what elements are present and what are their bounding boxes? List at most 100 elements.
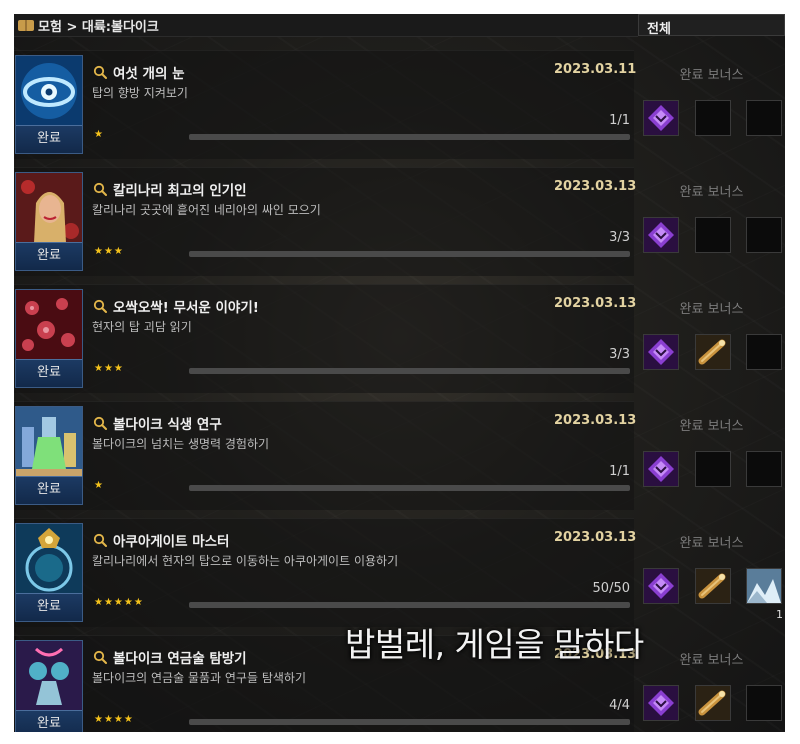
progress-bar (189, 485, 630, 491)
empty-reward-slot[interactable] (746, 334, 782, 370)
achievement-card[interactable]: 완료 칼리나리 최고의 인기인 칼리나리 곳곳에 흩어진 네리아의 싸인 모으기… (14, 167, 637, 276)
achievement-thumbnail: 완료 (15, 640, 83, 732)
bonus-label: 완료 보너스 (679, 536, 744, 551)
achievement-row[interactable]: 완료 아쿠아게이트 마스터 칼리나리에서 현자의 탑으로 이동하는 아쿠아게이트… (14, 518, 785, 627)
complete-badge: 완료 (16, 593, 82, 621)
progress-fill (189, 602, 630, 608)
achievement-thumbnail: 완료 (15, 55, 83, 154)
star-rating: ★★★★ (94, 714, 134, 725)
bonus-label: 완료 보너스 (679, 302, 744, 317)
search-icon[interactable] (93, 182, 107, 196)
progress-count: 50/50 (592, 581, 630, 596)
reward-quantity: 1 (776, 608, 783, 621)
search-icon[interactable] (93, 65, 107, 79)
achievement-card[interactable]: 완료 볼다이크 식생 연구 볼다이크의 넘치는 생명력 경험하기 2023.03… (14, 401, 637, 510)
achievement-title-text: 볼다이크 식생 연구 (113, 417, 222, 433)
bonus-label: 완료 보너스 (679, 419, 744, 434)
progress-count: 1/1 (609, 464, 630, 479)
completion-date: 2023.03.13 (554, 530, 637, 545)
progress-bar (189, 602, 630, 608)
empty-reward-slot[interactable] (746, 217, 782, 253)
star-rating: ★★★ (94, 363, 124, 374)
telescope-icon[interactable] (695, 334, 731, 370)
achievement-card[interactable]: 완료 아쿠아게이트 마스터 칼리나리에서 현자의 탑으로 이동하는 아쿠아게이트… (14, 518, 637, 627)
achievement-title[interactable]: 칼리나리 최고의 인기인 (93, 179, 247, 199)
achievement-card[interactable]: 완료 오싹오싹! 무서운 이야기! 현자의 탑 괴담 읽기 2023.03.13… (14, 284, 636, 393)
achievement-row[interactable]: 완료 칼리나리 최고의 인기인 칼리나리 곳곳에 흩어진 네리아의 싸인 모으기… (14, 167, 785, 276)
achievement-description: 칼리나리 곳곳에 흩어진 네리아의 싸인 모으기 (92, 203, 321, 217)
achievement-description: 현자의 탑 괴담 읽기 (92, 320, 192, 334)
achievement-title-text: 오싹오싹! 무서운 이야기! (113, 300, 259, 316)
empty-reward-slot[interactable] (746, 100, 782, 136)
book-icon (18, 19, 34, 31)
achievement-description: 탑의 향방 지켜보기 (92, 86, 188, 100)
completion-bonus: 완료 보너스 (638, 284, 785, 392)
achievement-title[interactable]: 여섯 개의 눈 (93, 62, 185, 82)
completion-bonus: 완료 보너스 1 (638, 518, 785, 626)
achievement-description: 볼다이크의 연금술 물품과 연구들 탐색하기 (92, 671, 306, 685)
purple-emblem-icon[interactable] (643, 100, 679, 136)
achievement-thumbnail: 완료 (15, 406, 83, 505)
completion-bonus: 완료 보너스 (638, 401, 785, 509)
complete-badge: 완료 (16, 476, 82, 504)
telescope-icon[interactable] (695, 685, 731, 721)
breadcrumb[interactable]: 모험 > 대륙:볼다이크 (38, 16, 159, 35)
achievement-row[interactable]: 완료 볼다이크 식생 연구 볼다이크의 넘치는 생명력 경험하기 2023.03… (14, 401, 785, 510)
achievement-card[interactable]: 완료 여섯 개의 눈 탑의 향방 지켜보기 2023.03.11 1/1 ★ (14, 50, 637, 159)
search-icon[interactable] (93, 650, 107, 664)
purple-emblem-icon[interactable] (643, 685, 679, 721)
completion-bonus: 완료 보너스 (638, 50, 785, 158)
purple-emblem-icon[interactable] (643, 451, 679, 487)
progress-count: 1/1 (609, 113, 630, 128)
search-icon[interactable] (93, 416, 107, 430)
filter-dropdown[interactable]: 전체 (638, 14, 785, 37)
ice-landscape-icon[interactable]: 1 (746, 568, 783, 621)
search-icon[interactable] (93, 533, 107, 547)
watermark: 밥벌레, 게임을 말하다 (345, 625, 644, 664)
achievement-row[interactable]: 완료 여섯 개의 눈 탑의 향방 지켜보기 2023.03.11 1/1 ★ 완… (14, 50, 785, 159)
progress-count: 3/3 (609, 347, 630, 362)
purple-emblem-icon[interactable] (643, 217, 679, 253)
complete-badge: 완료 (16, 125, 82, 153)
achievement-title[interactable]: 오싹오싹! 무서운 이야기! (93, 296, 259, 316)
search-icon[interactable] (93, 299, 107, 313)
progress-bar (189, 251, 630, 257)
progress-count: 4/4 (609, 698, 630, 713)
achievement-title-text: 볼다이크 연금술 탐방기 (113, 651, 247, 667)
completion-date: 2023.03.13 (554, 179, 637, 194)
achievement-title-text: 여섯 개의 눈 (113, 66, 185, 82)
purple-emblem-icon[interactable] (643, 568, 679, 604)
complete-badge: 완료 (16, 359, 82, 387)
achievement-thumbnail: 완료 (15, 172, 83, 271)
achievement-title[interactable]: 볼다이크 식생 연구 (93, 413, 222, 433)
star-rating: ★ (94, 129, 104, 140)
progress-bar (189, 368, 630, 374)
achievement-title-text: 아쿠아게이트 마스터 (113, 534, 230, 550)
progress-bar (189, 134, 630, 140)
telescope-icon[interactable] (695, 568, 731, 604)
progress-fill (189, 368, 630, 374)
progress-count: 3/3 (609, 230, 630, 245)
purple-emblem-icon[interactable] (643, 334, 679, 370)
bonus-label: 완료 보너스 (679, 653, 744, 668)
empty-reward-slot[interactable] (695, 217, 731, 253)
completion-date: 2023.03.11 (554, 62, 637, 77)
star-rating: ★★★ (94, 246, 124, 257)
achievement-row[interactable]: 완료 오싹오싹! 무서운 이야기! 현자의 탑 괴담 읽기 2023.03.13… (14, 284, 785, 393)
empty-reward-slot[interactable] (746, 685, 782, 721)
achievement-thumbnail: 완료 (15, 289, 83, 388)
complete-badge: 완료 (16, 242, 82, 270)
achievement-title[interactable]: 아쿠아게이트 마스터 (93, 530, 229, 550)
completion-bonus: 완료 보너스 (638, 635, 785, 732)
empty-reward-slot[interactable] (746, 451, 782, 487)
progress-fill (189, 485, 630, 491)
bonus-label: 완료 보너스 (679, 68, 744, 83)
complete-badge: 완료 (16, 710, 82, 732)
star-rating: ★ (94, 480, 104, 491)
empty-reward-slot[interactable] (695, 100, 731, 136)
empty-reward-slot[interactable] (695, 451, 731, 487)
achievement-description: 칼리나리에서 현자의 탑으로 이동하는 아쿠아게이트 이용하기 (92, 554, 399, 568)
achievement-title[interactable]: 볼다이크 연금술 탐방기 (93, 647, 247, 667)
breadcrumb-bar: 모험 > 대륙:볼다이크 (14, 14, 638, 37)
completion-date: 2023.03.13 (554, 413, 637, 428)
